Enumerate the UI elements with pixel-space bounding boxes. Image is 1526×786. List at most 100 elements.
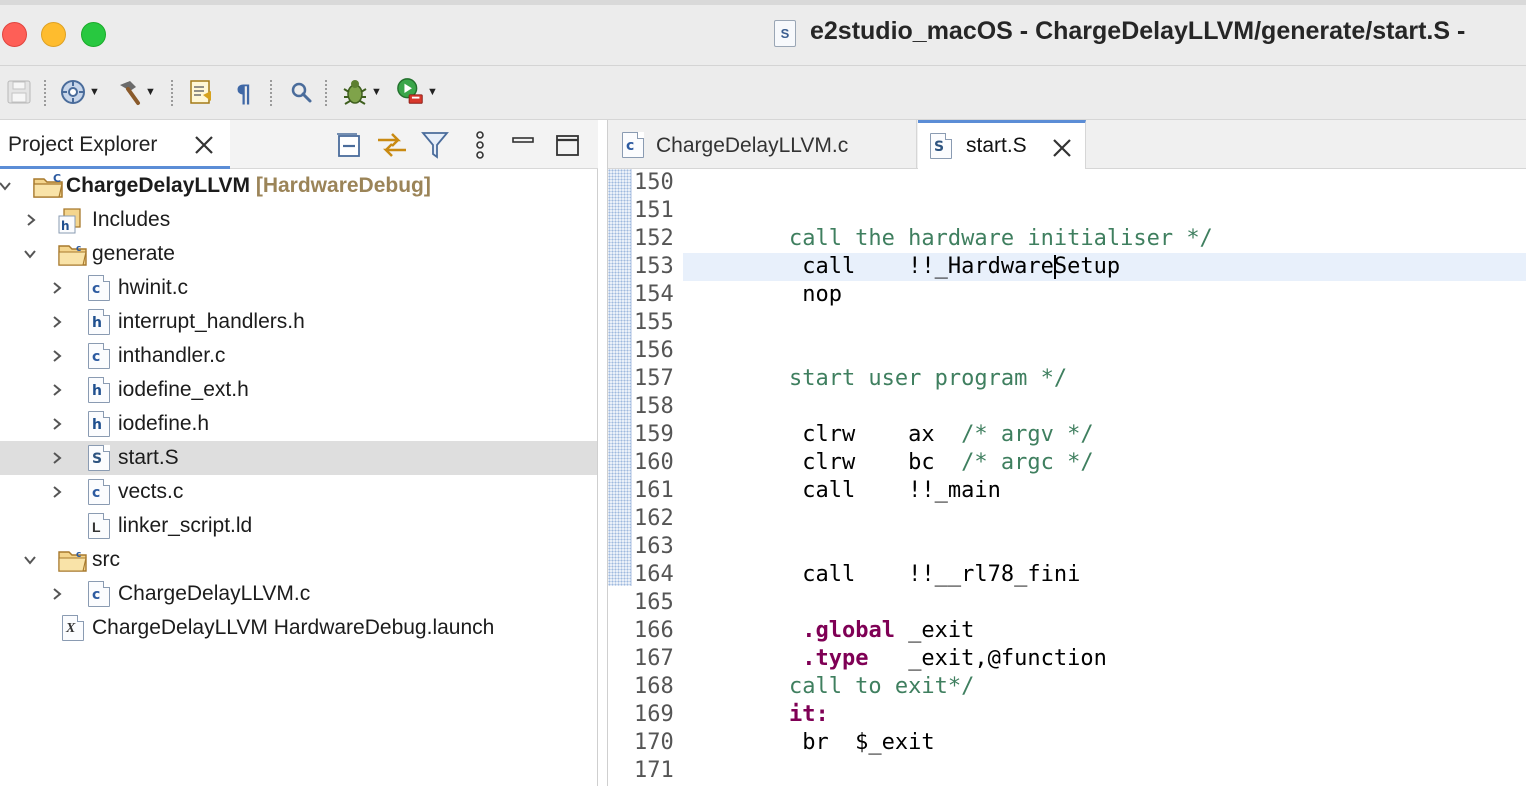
code-line[interactable]: clrw bc /* argc */ — [683, 449, 1526, 477]
code-directive: .global — [802, 618, 895, 643]
main-toolbar: ▼ ▼ ¶ ▼ ▼ — [0, 66, 1526, 120]
editor-area: c ChargeDelayLLVM.c S start.S 150 151 152 1… — [607, 120, 1526, 786]
tree-item-src-folder[interactable]: c src — [0, 543, 597, 577]
line-number: 159 — [634, 422, 674, 447]
tree-item-file[interactable]: h interrupt_handlers.h — [0, 305, 597, 339]
link-with-editor-icon — [378, 133, 406, 157]
chevron-right-icon[interactable] — [49, 484, 65, 500]
tree-item-file-selected[interactable]: S start.S — [0, 441, 597, 475]
minimize-view-button[interactable] — [510, 128, 536, 162]
code-line[interactable]: nop — [683, 281, 1526, 309]
code-text: call !!__rl78_fini — [683, 562, 1081, 587]
hammer-icon — [114, 77, 144, 107]
code-line[interactable]: clrw ax /* argv */ — [683, 421, 1526, 449]
chevron-right-icon[interactable] — [23, 212, 39, 228]
tab-start-s[interactable]: S start.S — [918, 120, 1086, 169]
close-icon[interactable] — [1051, 137, 1073, 159]
chevron-down-icon[interactable] — [0, 178, 13, 194]
code-line[interactable]: call !!__rl78_fini — [683, 561, 1526, 589]
build-config-tag: [HardwareDebug] — [255, 174, 431, 197]
debug-button[interactable]: ▼ — [340, 75, 382, 109]
show-whitespace-button[interactable]: ¶ — [230, 75, 260, 109]
tree-item-file[interactable]: c inthandler.c — [0, 339, 597, 373]
close-icon[interactable] — [193, 134, 215, 156]
zoom-window-button[interactable] — [81, 22, 106, 47]
chevron-down-icon[interactable]: ▼ — [145, 86, 156, 98]
tree-item-project[interactable]: C ChargeDelayLLVM [HardwareDebug] — [0, 169, 597, 203]
source-folder-icon: c — [58, 244, 87, 266]
tree-item-file[interactable]: h iodefine.h — [0, 407, 597, 441]
line-number: 151 — [634, 198, 674, 223]
chevron-right-icon[interactable] — [49, 382, 65, 398]
chevron-down-icon[interactable] — [22, 552, 38, 568]
chevron-right-icon[interactable] — [49, 280, 65, 296]
code-line[interactable] — [683, 505, 1526, 533]
tree-item-file[interactable]: c ChargeDelayLLVM.c — [0, 577, 597, 611]
toggle-mark-icon — [186, 77, 216, 107]
tree-item-label: inthandler.c — [118, 344, 226, 367]
code-line[interactable] — [683, 197, 1526, 225]
code-text: nop — [683, 282, 842, 307]
chevron-right-icon[interactable] — [49, 416, 65, 432]
build-button[interactable]: ▼ — [114, 75, 156, 109]
link-with-editor-button[interactable] — [374, 128, 410, 162]
code-line-current[interactable]: call !!_HardwareSetup — [683, 253, 1526, 281]
maximize-view-button[interactable] — [554, 128, 582, 162]
code-line[interactable] — [683, 393, 1526, 421]
tree-item-file[interactable]: c hwinit.c — [0, 271, 597, 305]
search-button[interactable] — [286, 75, 316, 109]
chevron-right-icon[interactable] — [49, 348, 65, 364]
code-line[interactable]: it: — [683, 701, 1526, 729]
collapse-all-button[interactable] — [334, 128, 364, 162]
run-button[interactable]: ▼ — [396, 75, 438, 109]
line-number: 161 — [634, 478, 674, 503]
chevron-down-icon[interactable]: ▼ — [427, 86, 438, 98]
tree-item-includes[interactable]: h Includes — [0, 203, 597, 237]
code-line[interactable] — [683, 533, 1526, 561]
close-window-button[interactable] — [2, 22, 27, 47]
tab-chargedelayllvm-c[interactable]: c ChargeDelayLLVM.c — [608, 120, 917, 169]
toggle-mark-button[interactable] — [186, 75, 216, 109]
chevron-down-icon[interactable]: ▼ — [371, 86, 382, 98]
code-line[interactable] — [683, 169, 1526, 197]
svg-text:¶: ¶ — [236, 80, 251, 107]
view-menu-button[interactable] — [470, 128, 490, 162]
code-line[interactable] — [683, 757, 1526, 785]
code-line[interactable]: start user program */ — [683, 365, 1526, 393]
c-file-icon: c — [88, 581, 110, 607]
save-icon — [4, 77, 34, 107]
code-line[interactable]: .type _exit,@function — [683, 645, 1526, 673]
minimize-window-button[interactable] — [41, 22, 66, 47]
tree-item-file[interactable]: L linker_script.ld — [0, 509, 597, 543]
chevron-right-icon[interactable] — [49, 450, 65, 466]
code-line[interactable] — [683, 337, 1526, 365]
tab-project-explorer[interactable]: Project Explorer — [0, 120, 230, 169]
chevron-down-icon[interactable]: ▼ — [89, 86, 100, 98]
tree-item-file[interactable]: c vects.c — [0, 475, 597, 509]
chevron-right-icon[interactable] — [49, 586, 65, 602]
filter-button[interactable] — [420, 128, 450, 162]
tree-item-label: generate — [92, 242, 175, 265]
chevron-down-icon[interactable] — [22, 246, 38, 262]
code-line[interactable]: call to exit*/ — [683, 673, 1526, 701]
tree-item-file[interactable]: h iodefine_ext.h — [0, 373, 597, 407]
tree-item-label: Includes — [92, 208, 171, 231]
tree-item-label: ChargeDelayLLVM.c — [118, 582, 311, 605]
code-line[interactable]: br $_exit — [683, 729, 1526, 757]
tree-item-generate-folder[interactable]: c generate — [0, 237, 597, 271]
line-number: 168 — [634, 674, 674, 699]
save-button[interactable] — [4, 75, 34, 109]
line-number: 154 — [634, 282, 674, 307]
tree-item-launch-file[interactable]: X ChargeDelayLLVM HardwareDebug.launch — [0, 611, 597, 645]
code-line[interactable] — [683, 309, 1526, 337]
chevron-right-icon[interactable] — [49, 314, 65, 330]
code-line[interactable]: call !!_main — [683, 477, 1526, 505]
build-config-button[interactable]: ▼ — [58, 75, 100, 109]
pilcrow-icon: ¶ — [230, 77, 260, 107]
code-line[interactable]: call the hardware initialiser */ — [683, 225, 1526, 253]
code-line[interactable]: .global _exit — [683, 617, 1526, 645]
code-comment: /* argv */ — [961, 422, 1094, 447]
code-line[interactable] — [683, 589, 1526, 617]
line-number: 158 — [634, 394, 674, 419]
